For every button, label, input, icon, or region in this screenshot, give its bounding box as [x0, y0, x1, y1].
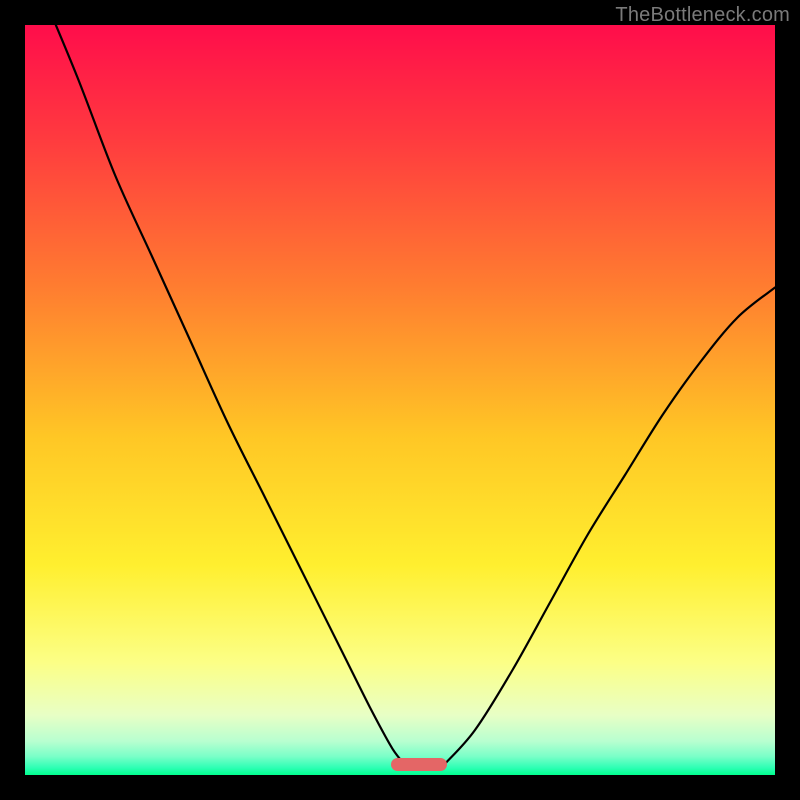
plot-area [25, 25, 775, 775]
curve-right-branch [445, 288, 775, 764]
chart-stage: TheBottleneck.com [0, 0, 800, 800]
bottleneck-curve [25, 25, 775, 775]
optimal-marker [391, 758, 447, 771]
curve-left-branch [40, 25, 408, 768]
watermark-label: TheBottleneck.com [615, 4, 790, 27]
